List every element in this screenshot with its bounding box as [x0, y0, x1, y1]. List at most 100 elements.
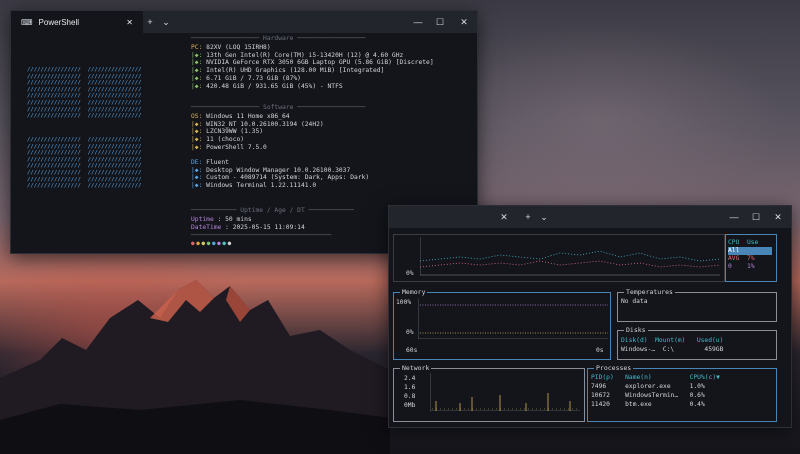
process-row[interactable]: 10672 WindowsTermin… 0.6%: [591, 392, 705, 400]
network-panel[interactable]: Network 2.4 1.6 0.8 0Mb: [393, 364, 585, 422]
maximize-button[interactable]: ☐: [745, 206, 767, 228]
disks-title: Disks: [624, 326, 648, 334]
logo-row: //////////////// ////////////////: [27, 143, 142, 150]
logo-row: //////////////// ////////////////: [27, 156, 142, 163]
info-row: |◆: PowerShell 7.5.0: [191, 144, 267, 152]
info-key: |◆:: [191, 174, 203, 182]
info-value: Intel(R) UHD Graphics (128.00 MiB) [Inte…: [206, 67, 385, 75]
cpu-legend-panel[interactable]: CPU Use All AVG 7% 0 1%: [725, 234, 777, 282]
mem-time-right: 0s: [596, 347, 604, 354]
close-window-button[interactable]: ✕: [453, 11, 475, 33]
info-key: PC:: [191, 44, 203, 51]
color-palette-dots: ● ● ● ● ● ● ● ●: [191, 240, 231, 247]
info-value: Windows Terminal 1.22.11141.0: [206, 182, 317, 190]
cpu-legend-header: CPU Use: [728, 239, 759, 246]
divider: ─────────────────────────────────────: [191, 232, 332, 239]
info-key: |◆:: [191, 128, 203, 136]
logo-row: //////////////// ////////////////: [27, 80, 142, 87]
mem-time-left: 60s: [406, 347, 418, 354]
minimize-button[interactable]: —: [407, 11, 429, 33]
info-key: OS:: [191, 113, 203, 120]
info-value: PowerShell 7.5.0: [206, 143, 267, 151]
datetime-row: DateTime : 2025-05-15 11:09:14: [191, 224, 305, 231]
cpu-axis-label: 0%: [406, 270, 414, 277]
disks-panel[interactable]: Disks Disk(d) Mount(m) Used(u) Windows-……: [617, 326, 777, 360]
tab-powershell[interactable]: ⌨ PowerShell ✕: [11, 11, 143, 33]
logo-row: //////////////// ////////////////: [27, 183, 142, 190]
processes-header[interactable]: PID(p) Name(n) CPU%(c)▼: [591, 374, 720, 382]
info-value: 13th Gen Intel(R) Core(TM) i5-13420H (12…: [206, 51, 404, 59]
logo-row: //////////////// ////////////////: [27, 163, 142, 170]
minimize-button[interactable]: —: [723, 206, 745, 228]
tab-dropdown-icon[interactable]: ⌄: [533, 206, 555, 228]
info-row: |◆: Intel(R) UHD Graphics (128.00 MiB) […: [191, 67, 384, 75]
maximize-button[interactable]: ☐: [429, 11, 451, 33]
info-row: |◆: NVIDIA GeForce RTX 3050 6GB Laptop G…: [191, 59, 434, 67]
tab-dropdown-icon[interactable]: ⌄: [155, 11, 177, 33]
software-header: ────────────────── Software ────────────…: [191, 104, 366, 111]
info-row: |◆: Desktop Window Manager 10.0.26100.30…: [191, 167, 350, 175]
info-key: |◆:: [191, 136, 203, 144]
info-key: |◆:: [191, 143, 203, 151]
info-value: Windows 11 Home x86_64: [206, 113, 290, 120]
uptime-row: Uptime : 50 mins: [191, 216, 252, 223]
logo-row: //////////////// ////////////////: [27, 113, 142, 120]
btm-tabbar: ✕ + ⌄ — ☐ ✕: [389, 206, 791, 228]
cpu-graph-panel[interactable]: 0%: [393, 234, 725, 282]
info-key: |◆:: [191, 120, 203, 128]
processes-title: Processes: [594, 364, 634, 372]
info-key: |◆:: [191, 51, 203, 59]
info-key: |◆:: [191, 59, 203, 67]
info-row: DE: Fluent: [191, 159, 229, 167]
logo-row: //////////////// ////////////////: [27, 73, 142, 80]
info-value: 420.48 GiB / 931.65 GiB (45%) - NTFS: [206, 82, 343, 90]
info-row: |◆: Windows Terminal 1.22.11141.0: [191, 182, 316, 190]
info-row: |◆: Custom - 4089714 (System: Dark, Apps…: [191, 174, 369, 182]
tab-title: PowerShell: [38, 17, 80, 27]
mem-axis-bottom: 0%: [406, 329, 414, 336]
info-row: |◆: 420.48 GiB / 931.65 GiB (45%) - NTFS: [191, 83, 343, 91]
info-row: |◆: LZCN39WW (1.35): [191, 128, 263, 136]
network-axis-label: 1.6: [404, 384, 416, 391]
tab-close-icon[interactable]: ✕: [126, 18, 133, 27]
fastfetch-logo-lower: //////////////// ///////////////////////…: [27, 137, 142, 190]
info-value: WIN32_NT 10.0.26100.3194 (24H2): [206, 120, 324, 128]
info-row: |◆: 6.71 GiB / 7.73 GiB (87%): [191, 75, 301, 83]
info-value: NVIDIA GeForce RTX 3050 6GB Laptop GPU (…: [206, 59, 434, 67]
info-value: 82XV (LOQ 15IRH8): [206, 44, 271, 51]
temperatures-nodata: No data: [621, 298, 648, 305]
disks-header: Disk(d) Mount(m) Used(u): [621, 337, 724, 344]
disks-row: Windows-… C:\ 459GB: [621, 346, 724, 353]
info-key: |◆:: [191, 74, 203, 82]
memory-panel[interactable]: Memory 100% 0% 60s 0s: [393, 288, 611, 360]
close-window-button[interactable]: ✕: [767, 206, 789, 228]
network-axis-label: 2.4: [404, 375, 416, 382]
process-row[interactable]: 7496 explorer.exe 1.0%: [591, 383, 705, 391]
memory-chart: [418, 299, 608, 339]
logo-row: //////////////// ////////////////: [27, 99, 142, 106]
cpu-legend-avg: AVG 7%: [728, 255, 755, 262]
logo-row: //////////////// ////////////////: [27, 176, 142, 183]
process-row[interactable]: 11420 btm.exe 0.4%: [591, 401, 705, 409]
info-key: |◆:: [191, 82, 203, 90]
cpu-legend-all[interactable]: All: [728, 247, 772, 255]
btm-window[interactable]: ✕ + ⌄ — ☐ ✕ 0% CPU Use All AVG 7% 0 1% M…: [388, 205, 792, 428]
logo-row: //////////////// ////////////////: [27, 86, 142, 93]
info-row: OS: Windows 11 Home x86_64: [191, 113, 290, 121]
tab-close-icon[interactable]: ✕: [493, 206, 515, 228]
processes-panel[interactable]: Processes PID(p) Name(n) CPU%(c)▼ 7496 e…: [587, 364, 777, 422]
logo-row: //////////////// ////////////////: [27, 137, 142, 143]
cpu-chart: [420, 237, 720, 276]
info-value: Fluent: [206, 159, 229, 166]
temperatures-title: Temperatures: [624, 288, 675, 296]
info-value: LZCN39WW (1.35): [206, 128, 264, 136]
info-value: 6.71 GiB / 7.73 GiB (87%): [206, 74, 301, 82]
network-chart: [430, 373, 580, 411]
cpu-legend-core0: 0 1%: [728, 263, 755, 270]
memory-title: Memory: [400, 288, 428, 296]
temperatures-panel[interactable]: Temperatures No data: [617, 288, 777, 322]
network-axis-label: 0Mb: [404, 402, 416, 409]
info-row: |◆: WIN32_NT 10.0.26100.3194 (24H2): [191, 121, 324, 129]
terminal-icon: ⌨: [21, 17, 33, 27]
logo-row: //////////////// ////////////////: [27, 169, 142, 176]
